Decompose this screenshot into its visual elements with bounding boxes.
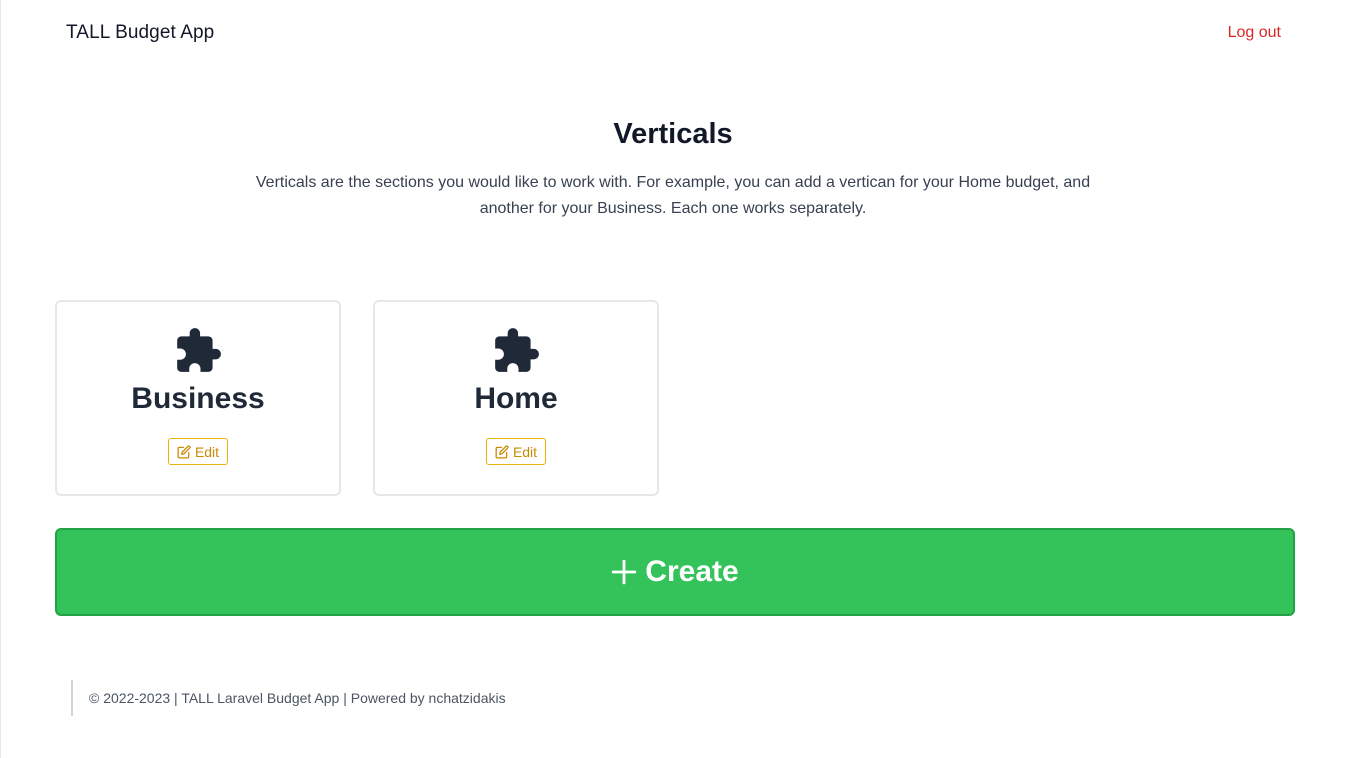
hero: Verticals Verticals are the sections you… [1, 114, 1345, 222]
page-title: Verticals [613, 118, 733, 150]
create-label: Create [645, 555, 739, 588]
edit-label: Edit [512, 443, 538, 460]
page-description: Verticals are the sections you would lik… [255, 174, 1091, 217]
puzzle-icon [495, 328, 539, 372]
footer-text: © 2022-2023 | TALL Laravel Budget App | … [89, 690, 506, 706]
create-button[interactable]: Create [55, 528, 1295, 616]
vertical-card-business[interactable]: Business Edit [55, 300, 341, 496]
logout-link[interactable]: Log out [1228, 24, 1281, 42]
header: TALL Budget App Log out [1, 0, 1345, 68]
vertical-name: Business [131, 382, 265, 415]
verticals-list: Business Edit Home Edit [55, 300, 659, 496]
edit-label: Edit [194, 443, 220, 460]
edit-button[interactable]: Edit [485, 438, 547, 465]
vertical-card-home[interactable]: Home Edit [373, 300, 659, 496]
edit-icon [495, 444, 509, 458]
puzzle-icon [177, 328, 221, 372]
footer: © 2022-2023 | TALL Laravel Budget App | … [71, 680, 506, 716]
vertical-name: Home [474, 382, 558, 415]
edit-icon [177, 444, 191, 458]
edit-button[interactable]: Edit [167, 438, 229, 465]
page: TALL Budget App Log out Verticals Vertic… [0, 0, 1345, 758]
app-title[interactable]: TALL Budget App [66, 22, 214, 44]
plus-icon [612, 559, 637, 585]
